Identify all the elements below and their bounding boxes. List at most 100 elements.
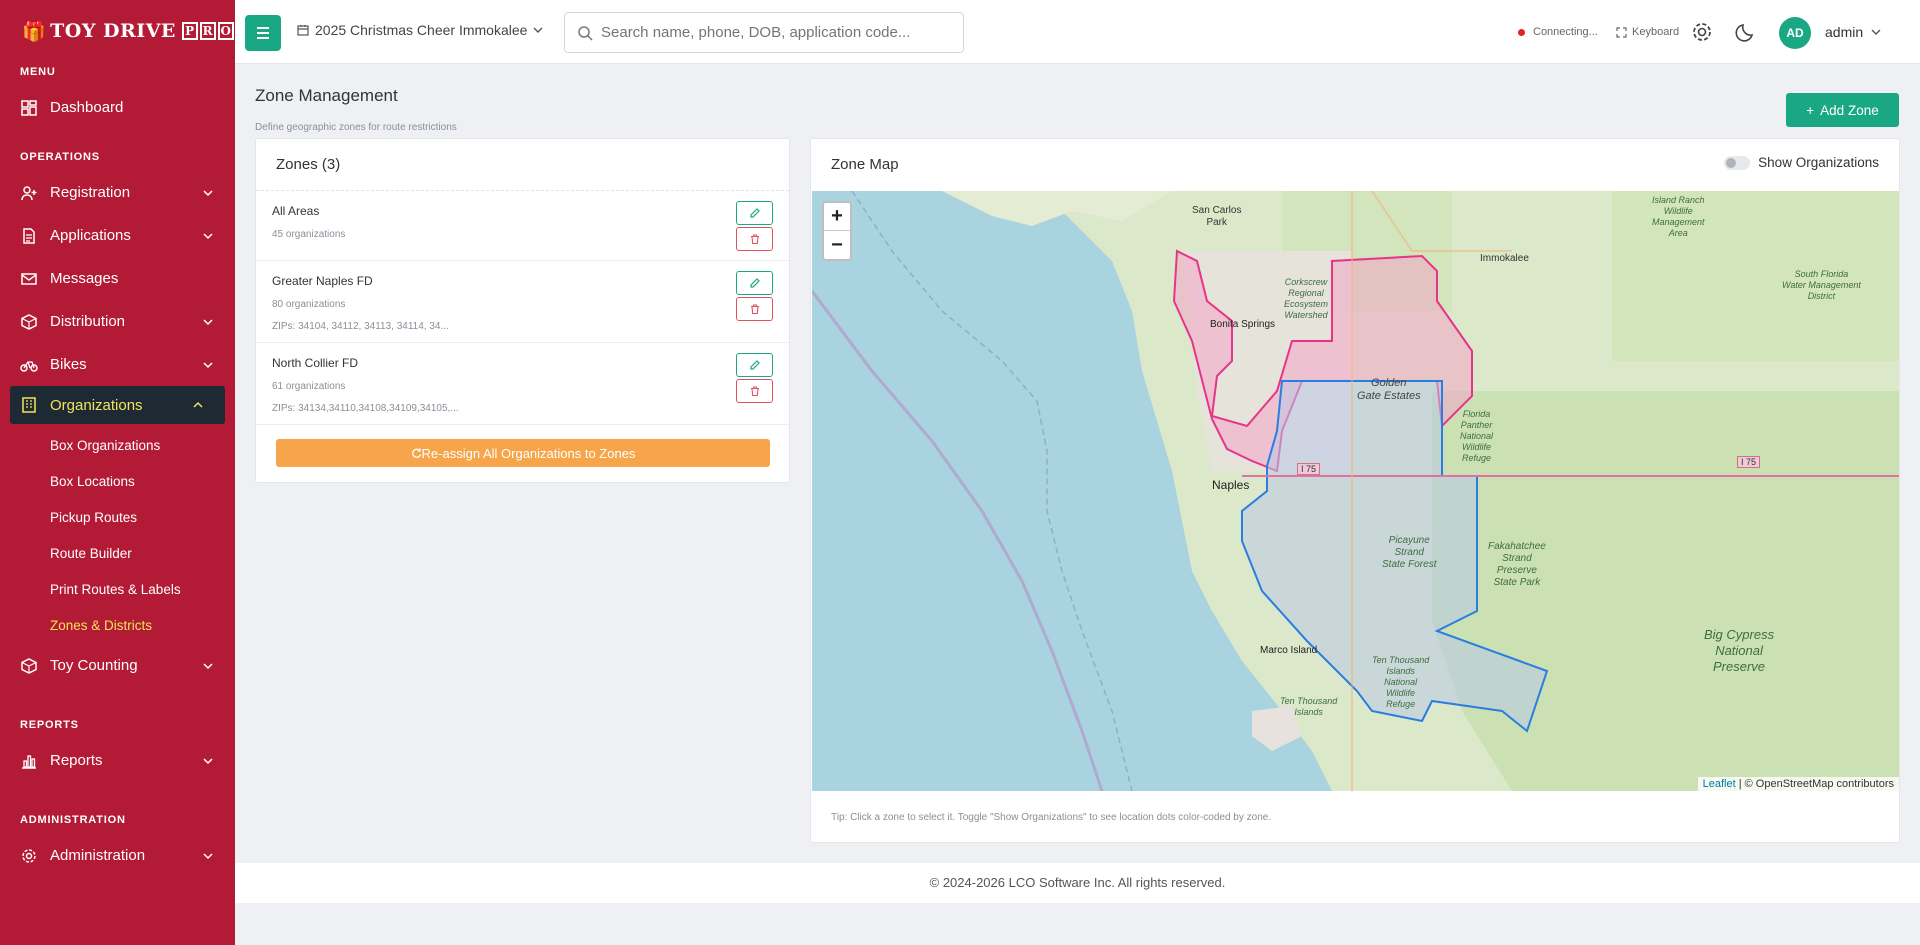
global-search[interactable]: [564, 12, 964, 53]
reassign-label: Re-assign All Organizations to Zones: [421, 445, 636, 461]
zoom-control: + −: [822, 201, 852, 261]
add-zone-button[interactable]: + Add Zone: [1786, 93, 1899, 127]
sidebar-sub-pickup-routes[interactable]: Pickup Routes: [0, 500, 235, 536]
map-label-text: Islands: [1386, 666, 1415, 676]
zone-map[interactable]: San Carlos Park Immokalee Bonita Springs…: [812, 191, 1899, 791]
logo-icon: 🎁: [22, 20, 47, 43]
zone-name: Greater Naples FD: [272, 274, 373, 288]
calendar-icon: [297, 25, 309, 36]
map-label-text: State Park: [1493, 577, 1541, 588]
keyboard-icon: [1616, 26, 1627, 38]
zoom-in-button[interactable]: +: [824, 203, 850, 231]
chevron-down-icon: [1871, 29, 1881, 35]
map-label: Immokalee: [1480, 253, 1529, 264]
map-label: Bonita Springs: [1210, 319, 1276, 330]
zone-org-count: 45 organizations: [272, 229, 346, 240]
map-label-text: Management: [1652, 217, 1705, 227]
zone-row[interactable]: North Collier FD 61 organizations ZIPs: …: [256, 343, 789, 425]
map-label: Naples: [1212, 478, 1250, 492]
map-label: Marco Island: [1260, 645, 1318, 656]
app-logo[interactable]: 🎁 TOY DRIVE P R O: [0, 0, 235, 62]
map-label-text: Florida: [1462, 409, 1491, 419]
map-label-text: National: [1460, 431, 1494, 441]
sidebar-item-label: Bikes: [50, 356, 87, 373]
chevron-down-icon: [203, 232, 213, 239]
map-label: San Carlos Park: [1192, 205, 1241, 229]
map-label-text: Wildlife: [1386, 688, 1416, 698]
map-label-text: District: [1807, 291, 1836, 301]
sidebar-sub-zones-districts[interactable]: Zones & Districts: [0, 608, 235, 644]
user-plus-icon: [20, 184, 38, 202]
username: admin: [1825, 24, 1864, 40]
document-icon: [20, 227, 38, 245]
top-header: 2025 Christmas Cheer Immokalee Connectin…: [235, 0, 1920, 64]
sidebar-item-applications[interactable]: Applications: [0, 214, 235, 257]
footer: © 2024-2026 LCO Software Inc. All rights…: [235, 863, 1920, 903]
sidebar-item-administration[interactable]: Administration: [0, 834, 235, 877]
chevron-down-icon: [533, 27, 543, 33]
delete-zone-button[interactable]: [736, 379, 773, 403]
map-label-text: Refuge: [1386, 699, 1416, 709]
sidebar-sub-box-locations[interactable]: Box Locations: [0, 464, 235, 500]
zone-row[interactable]: All Areas 45 organizations: [256, 191, 789, 261]
map-label: Big Cypress National Preserve: [1704, 627, 1774, 675]
sidebar: 🎁 TOY DRIVE P R O MENU Dashboard OPERATI…: [0, 0, 235, 945]
trash-icon: [750, 234, 759, 244]
map-label-text: State Forest: [1382, 559, 1437, 570]
toggle-switch[interactable]: [1724, 155, 1751, 170]
edit-zone-button[interactable]: [736, 353, 773, 377]
toggle-label: Show Organizations: [1758, 155, 1879, 170]
edit-zone-button[interactable]: [736, 271, 773, 295]
sidebar-item-dashboard[interactable]: Dashboard: [0, 86, 235, 129]
keyboard-shortcuts-button[interactable]: Keyboard: [1616, 26, 1679, 38]
logo-pro-letter: R: [199, 22, 216, 40]
reassign-zones-button[interactable]: Re-assign All Organizations to Zones: [276, 439, 770, 467]
connection-status: Connecting...: [1518, 26, 1598, 38]
map-label-text: Strand: [1394, 547, 1424, 558]
show-organizations-toggle[interactable]: Show Organizations: [1724, 155, 1879, 170]
section-operations: OPERATIONS: [20, 151, 100, 163]
map-label-text: San Carlos: [1192, 205, 1242, 216]
avatar[interactable]: AD: [1779, 17, 1811, 49]
map-label: Picayune Strand State Forest: [1382, 535, 1436, 571]
search-input[interactable]: [601, 24, 951, 41]
gear-icon: [1693, 23, 1711, 41]
edit-zone-button[interactable]: [736, 201, 773, 225]
sidebar-item-organizations[interactable]: Organizations: [10, 386, 225, 424]
status-text: Connecting...: [1533, 26, 1598, 38]
sidebar-item-distribution[interactable]: Distribution: [0, 300, 235, 343]
sidebar-item-bikes[interactable]: Bikes: [0, 343, 235, 386]
map-label-text: Ecosystem: [1284, 299, 1329, 309]
sidebar-item-toy-counting[interactable]: Toy Counting: [0, 644, 235, 687]
map-card: Zone Map Show Organizations San Carlos P…: [810, 138, 1900, 843]
refresh-icon: [411, 448, 421, 458]
hamburger-icon: [257, 27, 269, 39]
moon-icon: [1735, 24, 1754, 42]
sidebar-item-registration[interactable]: Registration: [0, 171, 235, 214]
sidebar-sub-box-organizations[interactable]: Box Organizations: [0, 428, 235, 464]
zoom-out-button[interactable]: −: [824, 231, 850, 259]
map-canvas[interactable]: [812, 191, 1899, 791]
zones-card-title: Zones (3): [256, 139, 789, 191]
delete-zone-button[interactable]: [736, 297, 773, 321]
box-icon: [20, 657, 38, 675]
sidebar-item-messages[interactable]: Messages: [0, 257, 235, 300]
sidebar-sub-print-routes[interactable]: Print Routes & Labels: [0, 572, 235, 608]
user-menu[interactable]: admin: [1825, 24, 1881, 40]
delete-zone-button[interactable]: [736, 227, 773, 251]
sidebar-sub-route-builder[interactable]: Route Builder: [0, 536, 235, 572]
map-label-text: Preserve: [1713, 659, 1766, 674]
edit-icon: [749, 360, 760, 370]
campaign-selector[interactable]: 2025 Christmas Cheer Immokalee: [297, 22, 543, 38]
map-label-text: Islands: [1294, 707, 1323, 717]
zone-row[interactable]: Greater Naples FD 80 organizations ZIPs:…: [256, 261, 789, 343]
leaflet-link[interactable]: Leaflet: [1703, 778, 1736, 790]
sidebar-item-label: Messages: [50, 270, 119, 287]
chevron-down-icon: [203, 189, 213, 196]
theme-toggle-button[interactable]: [1735, 21, 1757, 46]
menu-toggle-button[interactable]: [245, 15, 281, 51]
page-title: Zone Management: [255, 86, 398, 105]
sidebar-item-reports[interactable]: Reports: [0, 739, 235, 782]
chevron-down-icon: [203, 361, 213, 368]
settings-button[interactable]: [1691, 21, 1713, 46]
